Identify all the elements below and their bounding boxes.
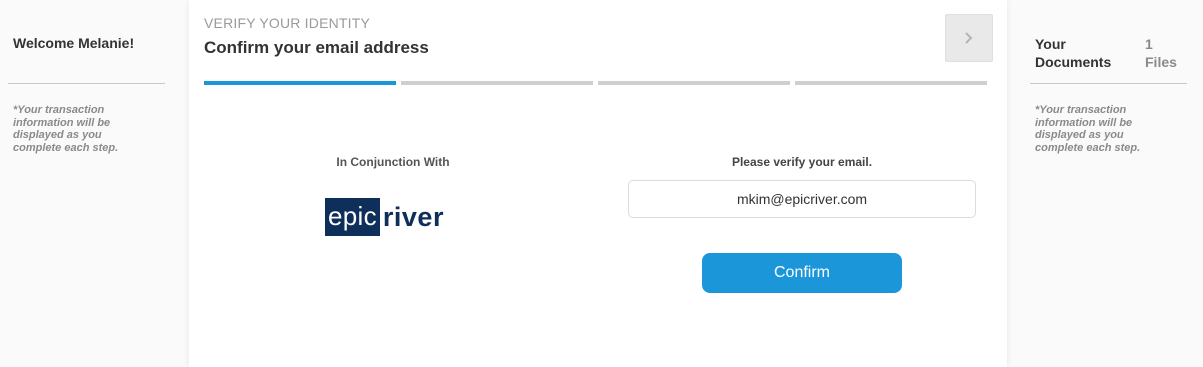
- progress-bar: [204, 81, 987, 86]
- partner-label: In Conjunction With: [336, 155, 450, 169]
- logo-box-text: epic: [325, 198, 380, 236]
- right-sidebar: Your Documents 1 Files *Your transaction…: [1030, 0, 1187, 367]
- verify-email-label: Please verify your email.: [731, 155, 873, 169]
- documents-title: Your Documents: [1035, 36, 1112, 70]
- documents-count: 1 Files: [1145, 36, 1177, 70]
- left-divider: [8, 83, 165, 84]
- welcome-message: Welcome Melanie!: [13, 35, 135, 51]
- verify-card: VERIFY YOUR IDENTITY Confirm your email …: [189, 0, 1007, 367]
- progress-step-3: [598, 81, 790, 85]
- epicriver-logo: epic river: [325, 197, 444, 237]
- email-field[interactable]: [628, 180, 976, 218]
- next-step-button[interactable]: [945, 14, 993, 62]
- progress-step-1: [204, 81, 396, 85]
- left-transaction-note: *Your transaction information will be di…: [13, 104, 119, 154]
- left-sidebar: Welcome Melanie! *Your transaction infor…: [8, 0, 165, 367]
- progress-step-4: [795, 81, 987, 85]
- logo-text: river: [382, 202, 444, 232]
- right-divider: [1030, 83, 1187, 84]
- right-transaction-note: *Your transaction information will be di…: [1035, 104, 1141, 154]
- step-title: Confirm your email address: [204, 38, 429, 57]
- chevron-right-icon: [964, 31, 974, 45]
- step-label: VERIFY YOUR IDENTITY: [204, 15, 371, 31]
- confirm-button[interactable]: Confirm: [702, 253, 902, 293]
- progress-step-2: [401, 81, 593, 85]
